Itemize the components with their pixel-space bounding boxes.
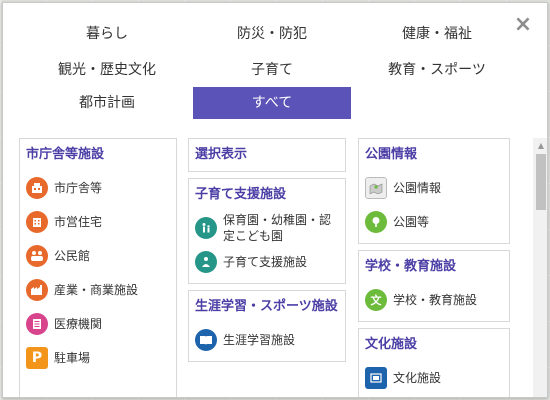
scroll-up-icon[interactable]: ▲ [533, 138, 547, 154]
item-label: 文化施設 [393, 371, 442, 385]
panel-title: 市庁舎等施設 [26, 147, 105, 162]
item-label: 駐車場 [54, 351, 91, 365]
municipal-housing-icon [26, 211, 48, 233]
list-item-parking[interactable]: P 駐車場 [26, 341, 170, 375]
tab-tourism-history[interactable]: 観光・歴史文化 [27, 54, 187, 86]
lifelong-learning-icon [195, 329, 217, 351]
list-item-childcare-support[interactable]: 子育て支援施設 [195, 245, 339, 279]
item-label: 保育園・幼稚園・認定こども園 [223, 213, 332, 243]
panel-title: 文化施設 [365, 337, 418, 352]
park-icon [365, 211, 387, 233]
list-item-lifelong-learning[interactable]: 生涯学習施設 [195, 323, 339, 357]
item-label: 市庁舎等 [54, 181, 103, 195]
tab-living[interactable]: 暮らし [27, 18, 187, 50]
list-item-medical[interactable]: 医療機関 [26, 307, 170, 341]
parking-icon: P [26, 347, 48, 369]
childcare-support-icon [195, 251, 217, 273]
panel-park-info: 公園情報 公園情報 公園等 [358, 138, 510, 244]
list-item-community-center[interactable]: 公民館 [26, 239, 170, 273]
tab-health-welfare[interactable]: 健康・福祉 [357, 18, 517, 50]
tab-disaster-crime[interactable]: 防災・防犯 [193, 18, 351, 50]
panel-lifelong-learning-sports: 生涯学習・スポーツ施設 生涯学習施設 [188, 290, 346, 362]
item-label: 市営住宅 [54, 215, 103, 229]
category-tabs: 暮らし 防災・防犯 健康・福祉 観光・歴史文化 子育て 教育・スポーツ 都市計画… [3, 3, 547, 128]
column-3: 公園情報 公園情報 公園等 学校・教育施設 文 学校・教育施設 文化施設 文化施… [358, 138, 510, 397]
list-item-school[interactable]: 文 学校・教育施設 [365, 283, 503, 317]
list-item-industry-commerce[interactable]: 産業・商業施設 [26, 273, 170, 307]
category-dialog: × 暮らし 防災・防犯 健康・福祉 観光・歴史文化 子育て 教育・スポーツ 都市… [2, 2, 548, 398]
list-item-nursery[interactable]: 保育園・幼稚園・認定こども園 [195, 211, 339, 245]
item-label: 医療機関 [54, 317, 103, 331]
tab-childcare[interactable]: 子育て [193, 54, 351, 86]
list-item-municipal-housing[interactable]: 市営住宅 [26, 205, 170, 239]
panel-selection-display[interactable]: 選択表示 [188, 138, 346, 172]
scrollbar-thumb[interactable] [536, 154, 546, 210]
item-label: 公園情報 [393, 181, 442, 195]
item-label: 公民館 [54, 249, 91, 263]
industry-commerce-icon [26, 279, 48, 301]
city-hall-icon [26, 177, 48, 199]
panel-title: 学校・教育施設 [365, 259, 457, 274]
school-icon: 文 [365, 289, 387, 311]
column-1: 市庁舎等施設 市庁舎等 市営住宅 公民館 産業・商業施設 医療機関 P 駐車場 [19, 138, 177, 397]
item-label: 生涯学習施設 [223, 333, 296, 347]
community-center-icon [26, 245, 48, 267]
list-item-park-info[interactable]: 公園情報 [365, 171, 503, 205]
tab-education-sports[interactable]: 教育・スポーツ [357, 54, 517, 86]
medical-icon [26, 313, 48, 335]
tab-urban-planning[interactable]: 都市計画 [27, 87, 187, 119]
column-2: 選択表示 子育て支援施設 保育園・幼稚園・認定こども園 子育て支援施設 生涯学習… [188, 138, 346, 368]
item-label: 産業・商業施設 [54, 283, 139, 297]
nursery-icon [195, 217, 217, 239]
tab-all[interactable]: すべて [193, 87, 351, 119]
panel-city-facilities: 市庁舎等施設 市庁舎等 市営住宅 公民館 産業・商業施設 医療機関 P 駐車場 [19, 138, 177, 397]
panel-title: 公園情報 [365, 147, 418, 162]
panel-childcare-support: 子育て支援施設 保育園・幼稚園・認定こども園 子育て支援施設 [188, 178, 346, 284]
item-label: 学校・教育施設 [393, 293, 478, 307]
scrollbar[interactable]: ▲ [533, 138, 547, 397]
list-item-cultural-facility[interactable]: 文化施設 [365, 361, 503, 395]
item-label: 子育て支援施設 [223, 255, 308, 269]
cultural-facility-icon [365, 367, 387, 389]
item-label: 公園等 [393, 215, 430, 229]
panel-title: 子育て支援施設 [195, 187, 287, 202]
list-item-city-hall[interactable]: 市庁舎等 [26, 171, 170, 205]
panel-title: 生涯学習・スポーツ施設 [195, 299, 338, 314]
panel-title: 選択表示 [195, 147, 248, 162]
park-info-icon [365, 177, 387, 199]
panel-cultural-facilities: 文化施設 文化施設 [358, 328, 510, 397]
panel-schools: 学校・教育施設 文 学校・教育施設 [358, 250, 510, 322]
list-item-park[interactable]: 公園等 [365, 205, 503, 239]
facility-list: 市庁舎等施設 市庁舎等 市営住宅 公民館 産業・商業施設 医療機関 P 駐車場 … [3, 128, 547, 397]
